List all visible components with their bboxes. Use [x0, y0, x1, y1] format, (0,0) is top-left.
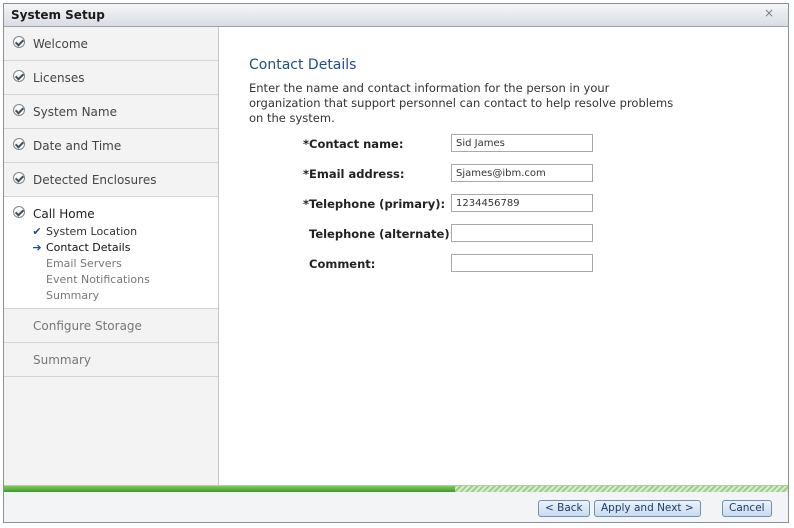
substep-label: Contact Details: [46, 241, 131, 254]
page-title: Contact Details: [249, 57, 357, 73]
step-label: Date and Time: [33, 139, 122, 153]
main-content: Contact Details Enter the name and conta…: [219, 27, 788, 485]
comment-field[interactable]: [451, 254, 593, 272]
substep-label: System Location: [46, 225, 138, 238]
apply-and-next-button[interactable]: Apply and Next >: [594, 500, 701, 517]
substep-email-servers: Email Servers: [31, 256, 150, 272]
contact-name-label: *Contact name:: [303, 137, 404, 151]
check-circle-icon: [13, 138, 25, 150]
step-label: Welcome: [33, 37, 88, 51]
check-circle-icon: [13, 206, 25, 218]
step-system-name[interactable]: System Name: [4, 95, 218, 129]
step-label: Detected Enclosures: [33, 173, 157, 187]
substep-label: Email Servers: [46, 257, 122, 270]
step-licenses[interactable]: Licenses: [4, 61, 218, 95]
contact-name-field[interactable]: [451, 134, 593, 152]
close-icon[interactable]: ×: [764, 6, 774, 20]
step-detected-enclosures[interactable]: Detected Enclosures: [4, 163, 218, 197]
substep-label: Summary: [46, 289, 100, 302]
cancel-button[interactable]: Cancel: [722, 500, 772, 517]
step-label: Licenses: [33, 71, 85, 85]
check-circle-icon: [13, 104, 25, 116]
check-circle-icon: [13, 36, 25, 48]
step-configure-storage: Configure Storage: [4, 309, 218, 343]
step-summary: Summary: [4, 343, 218, 377]
window-title: System Setup: [11, 8, 105, 22]
step-call-home[interactable]: Call Home ✔ System Location ➔ Contact De…: [4, 197, 218, 309]
step-label: Configure Storage: [33, 319, 142, 333]
title-bar: System Setup ×: [4, 4, 788, 27]
email-address-label: *Email address:: [303, 167, 405, 181]
checkmark-icon: ✔: [32, 225, 42, 238]
wizard-progress-bar: [4, 485, 788, 492]
telephone-primary-field[interactable]: [451, 194, 593, 212]
back-button[interactable]: < Back: [538, 500, 590, 517]
telephone-primary-label: *Telephone (primary):: [303, 197, 446, 211]
step-label: System Name: [33, 105, 117, 119]
system-setup-window: System Setup × Welcome Licenses System N…: [3, 3, 789, 523]
substep-event-notifications: Event Notifications: [31, 272, 150, 288]
substep-label: Event Notifications: [46, 273, 150, 286]
telephone-alternate-label: Telephone (alternate):: [309, 227, 455, 241]
substep-summary: Summary: [31, 288, 150, 304]
comment-label: Comment:: [309, 257, 376, 271]
arrow-right-icon: ➔: [32, 241, 42, 254]
telephone-alternate-field[interactable]: [451, 224, 593, 242]
step-label: Summary: [33, 353, 91, 367]
substep-list: ✔ System Location ➔ Contact Details Emai…: [31, 224, 150, 304]
footer-button-bar: < Back Apply and Next > Cancel: [4, 492, 788, 522]
substep-system-location[interactable]: ✔ System Location: [31, 224, 150, 240]
wizard-step-sidebar: Welcome Licenses System Name Date and Ti…: [4, 27, 219, 485]
step-date-and-time[interactable]: Date and Time: [4, 129, 218, 163]
email-address-field[interactable]: [451, 164, 593, 182]
step-label: Call Home: [33, 207, 95, 221]
check-circle-icon: [13, 172, 25, 184]
intro-text: Enter the name and contact information f…: [249, 81, 674, 125]
substep-contact-details[interactable]: ➔ Contact Details: [31, 240, 150, 256]
check-circle-icon: [13, 70, 25, 82]
step-welcome[interactable]: Welcome: [4, 27, 218, 61]
